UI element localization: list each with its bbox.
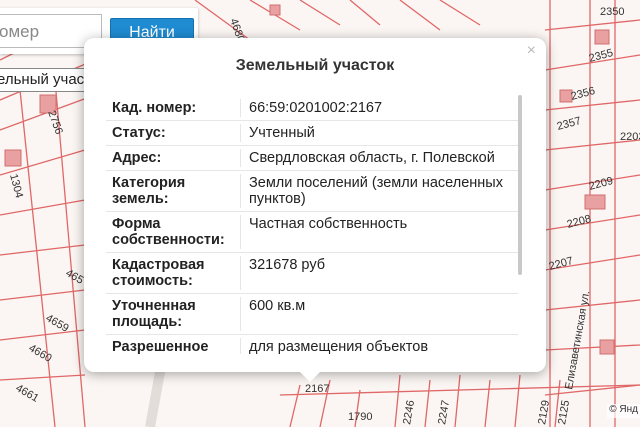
attribute-row: Адрес: Свердловская область, г. Полевской — [106, 146, 518, 171]
attribute-key: Кад. номер: — [112, 100, 197, 116]
attribute-value: Свердловская область, г. Полевской — [240, 149, 518, 167]
attribute-key: Форма собственности: — [112, 216, 225, 248]
attribute-row: Кад. номер: 66:59:0201002:2167 — [106, 96, 518, 121]
attribute-value: 600 кв.м — [240, 297, 518, 331]
parcel-label: 2350 — [600, 6, 624, 18]
attribute-row: Категория земель: Земли поселений (земли … — [106, 171, 518, 212]
popup-pointer — [298, 370, 322, 382]
parcel-attributes-table: Кад. номер: 66:59:0201002:2167 Статус: Учте… — [106, 96, 518, 354]
parcel-label: 2203 — [620, 131, 640, 143]
attribute-row: Кадастровая стоимость: 321678 руб — [106, 253, 518, 294]
attribute-key: Категория земель: — [112, 175, 186, 207]
attribute-value: 66:59:0201002:2167 — [240, 99, 518, 117]
attribute-row: Уточненная площадь: 600 кв.м — [106, 294, 518, 335]
attribute-row: Статус: Учтенный — [106, 121, 518, 146]
attribute-key: Адрес: — [112, 150, 162, 166]
parcel-label: 1790 — [348, 411, 372, 423]
attribute-value: Частная собственность — [240, 215, 518, 249]
attribute-key: Статус: — [112, 125, 166, 141]
attribute-value: для размещения объектов индивидуального … — [240, 338, 518, 354]
attribute-value: 321678 руб — [240, 256, 518, 290]
popup-scrollbar[interactable] — [518, 95, 522, 275]
attribute-value: Учтенный — [240, 124, 518, 142]
attribute-key: Разрешенное использование: — [112, 339, 209, 354]
attribute-key: Кадастровая стоимость: — [112, 257, 205, 289]
attribute-row: Разрешенное использование: для размещения… — [106, 335, 518, 354]
parcel-label: 2167 — [305, 383, 329, 395]
attribute-key: Уточненная площадь: — [112, 298, 196, 330]
parcel-info-popup: × Земельный участок Кад. номер: 66:59:020… — [84, 38, 546, 372]
attribute-value: Земли поселений (земли населенных пункто… — [240, 174, 518, 208]
map-attribution[interactable]: © Янд — [607, 404, 640, 418]
popup-title: Земельный участок — [235, 57, 395, 74]
attribute-row: Форма собственности: Частная собственност… — [106, 212, 518, 253]
